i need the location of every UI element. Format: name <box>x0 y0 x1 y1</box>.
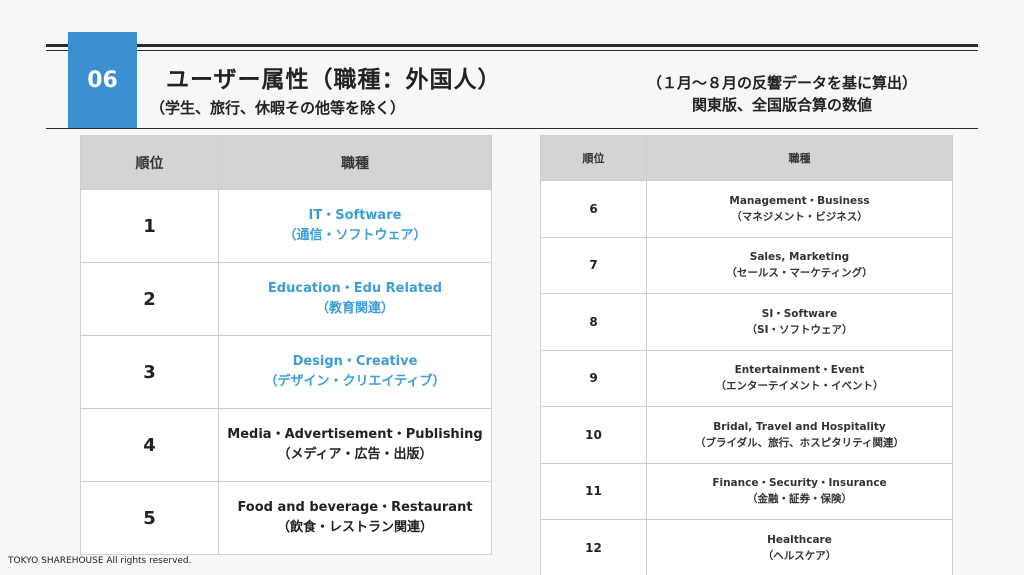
rank-cell: 6 <box>540 180 647 238</box>
job-name-jp: （教育関連） <box>315 301 394 316</box>
job-name-jp: （セールス・マーケティング） <box>726 267 873 280</box>
job-name-en: Management・Business <box>729 194 870 207</box>
rank-cell: 2 <box>80 262 219 336</box>
data-source-note-line2: 関東版、全国版合算の数値 <box>691 96 872 114</box>
job-cell: Management・Business （マネジメント・ビジネス） <box>646 180 953 238</box>
data-source-note: （１月～８月の反響データを基に算出） 関東版、全国版合算の数値 <box>606 72 958 116</box>
job-name-en: Sales, Marketing <box>749 251 850 264</box>
rank-cell: 5 <box>80 481 219 555</box>
ranking-table-top5: 順位 職種 1 IT・Software （通信・ソフトウェア） 2 Educat… <box>80 135 492 555</box>
job-cell: Bridal, Travel and Hospitality （ブライダル、旅行… <box>646 406 953 464</box>
job-name-jp: （通信・ソフトウェア） <box>283 228 427 243</box>
section-number-badge: 06 <box>68 32 137 128</box>
ranking-table-6-12: 順位 職種 6 Management・Business （マネジメント・ビジネス… <box>540 135 953 575</box>
job-cell: Education・Edu Related （教育関連） <box>218 262 492 336</box>
rank-cell: 9 <box>540 349 647 407</box>
job-name-en: Media・Advertisement・Publishing <box>227 427 483 442</box>
table-row: 1 IT・Software （通信・ソフトウェア） <box>80 189 492 263</box>
job-name-jp: （エンターテイメント・イベント） <box>715 380 884 393</box>
job-name-en: Finance・Security・Insurance <box>712 477 887 490</box>
job-cell: Entertainment・Event （エンターテイメント・イベント） <box>646 349 953 407</box>
job-name-jp: （金融・証券・保険） <box>747 493 852 506</box>
table-row: 3 Design・Creative （デザイン・クリエイティブ） <box>80 335 492 409</box>
table-row: 6 Management・Business （マネジメント・ビジネス） <box>540 180 953 238</box>
table-row: 2 Education・Edu Related （教育関連） <box>80 262 492 336</box>
job-cell: Sales, Marketing （セールス・マーケティング） <box>646 236 953 294</box>
header-rule-top <box>46 44 978 47</box>
job-name-en: Entertainment・Event <box>734 364 865 377</box>
rank-cell: 7 <box>540 236 647 294</box>
job-name-en: Design・Creative <box>292 354 418 369</box>
job-name-jp: （ブライダル、旅行、ホスピタリティ関連） <box>695 436 904 449</box>
job-name-jp: （飲食・レストラン関連） <box>276 520 433 535</box>
job-name-en: IT・Software <box>308 208 402 223</box>
job-name-jp: （SI・ソフトウェア） <box>746 323 853 336</box>
rank-cell: 12 <box>540 519 647 575</box>
job-name-en: Food and beverage・Restaurant <box>237 500 473 515</box>
table-row: 7 Sales, Marketing （セールス・マーケティング） <box>540 236 953 294</box>
job-name-jp: （マネジメント・ビジネス） <box>731 210 868 223</box>
table-row: 12 Healthcare （ヘルスケア） <box>540 519 953 575</box>
rank-cell: 1 <box>80 189 219 263</box>
job-name-en: Healthcare <box>767 533 832 546</box>
table-row: 4 Media・Advertisement・Publishing （メディア・広… <box>80 408 492 482</box>
rank-cell: 3 <box>80 335 219 409</box>
copyright-footer: TOKYO SHAREHOUSE All rights reserved. <box>8 556 192 566</box>
page-title: ユーザー属性（職種：外国人） <box>166 67 502 93</box>
table-header-row: 順位 職種 <box>540 135 953 181</box>
rank-column-header: 順位 <box>540 135 647 181</box>
job-name-jp: （メディア・広告・出版） <box>277 447 433 462</box>
job-cell: SI・Software （SI・ソフトウェア） <box>646 293 953 351</box>
table-row: 8 SI・Software （SI・ソフトウェア） <box>540 293 953 351</box>
header-rule-top-thin <box>46 50 978 51</box>
job-name-jp: （デザイン・クリエイティブ） <box>264 374 446 389</box>
job-name-jp: （ヘルスケア） <box>762 549 837 562</box>
job-column-header: 職種 <box>218 135 492 190</box>
rank-cell: 8 <box>540 293 647 351</box>
job-name-en: Bridal, Travel and Hospitality <box>713 420 886 433</box>
table-row: 9 Entertainment・Event （エンターテイメント・イベント） <box>540 349 953 407</box>
data-source-note-line1: （１月～８月の反響データを基に算出） <box>646 74 917 92</box>
table-row: 11 Finance・Security・Insurance （金融・証券・保険） <box>540 462 953 520</box>
table-row: 5 Food and beverage・Restaurant （飲食・レストラン… <box>80 481 492 555</box>
job-cell: Healthcare （ヘルスケア） <box>646 519 953 575</box>
rank-cell: 10 <box>540 406 647 464</box>
table-header-row: 順位 職種 <box>80 135 492 190</box>
job-name-en: Education・Edu Related <box>267 281 443 296</box>
rank-column-header: 順位 <box>80 135 219 190</box>
job-name-en: SI・Software <box>761 307 838 320</box>
job-cell: Food and beverage・Restaurant （飲食・レストラン関連… <box>218 481 492 555</box>
table-row: 10 Bridal, Travel and Hospitality （ブライダル… <box>540 406 953 464</box>
job-cell: Media・Advertisement・Publishing （メディア・広告・… <box>218 408 492 482</box>
rank-cell: 11 <box>540 462 647 520</box>
job-column-header: 職種 <box>646 135 953 181</box>
page-subtitle: （学生、旅行、休暇その他等を除く） <box>150 99 406 117</box>
rank-cell: 4 <box>80 408 219 482</box>
job-cell: Finance・Security・Insurance （金融・証券・保険） <box>646 462 953 520</box>
header-rule-bottom <box>46 128 978 129</box>
job-cell: IT・Software （通信・ソフトウェア） <box>218 189 492 263</box>
job-cell: Design・Creative （デザイン・クリエイティブ） <box>218 335 492 409</box>
